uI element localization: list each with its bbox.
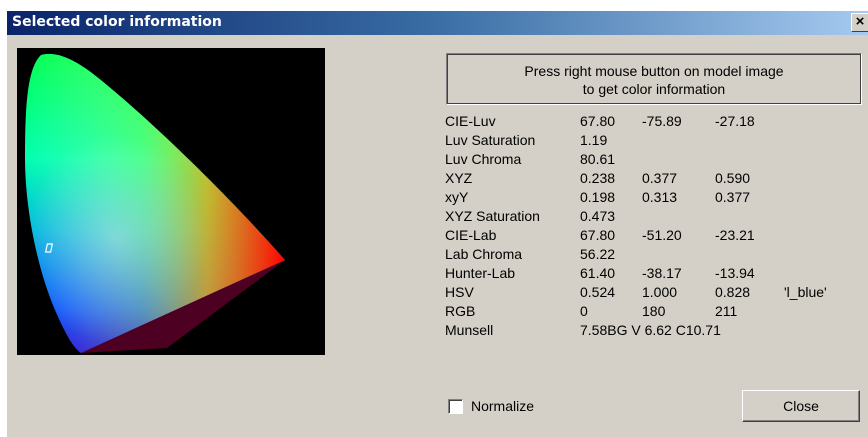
row-value: -38.17: [642, 265, 682, 281]
row-value: 67.80: [580, 113, 616, 129]
row-value: -13.94: [715, 265, 755, 281]
row-value: 56.22: [580, 246, 616, 262]
row-value: 0.238: [580, 170, 616, 186]
row-label: xyY: [445, 189, 469, 205]
row-value: 1.19: [580, 132, 608, 148]
row-value: 0.524: [580, 284, 616, 300]
row-value: 0.313: [642, 189, 678, 205]
row-value: -51.20: [642, 227, 682, 243]
row-value: 0.198: [580, 189, 616, 205]
close-button[interactable]: Close: [742, 390, 860, 422]
row-value: 180: [642, 303, 666, 319]
window-title: Selected color information: [12, 14, 222, 30]
row-label: Luv Saturation: [445, 132, 536, 148]
row-label: Lab Chroma: [445, 246, 523, 262]
row-value: 0.473: [580, 208, 616, 224]
row-label: CIE-Luv: [445, 113, 496, 129]
color-info-dialog: Selected color information × Press right…: [6, 10, 868, 437]
row-value: -27.18: [715, 113, 755, 129]
row-label: Hunter-Lab: [445, 265, 516, 281]
row-label: Luv Chroma: [445, 151, 522, 167]
row-value: 0.377: [715, 189, 751, 205]
close-icon[interactable]: ×: [851, 13, 868, 32]
row-value: 61.40: [580, 265, 616, 281]
instruction-panel: Press right mouse button on model image …: [446, 53, 862, 105]
row-value: 1.000: [642, 284, 678, 300]
instruction-line-2: to get color information: [582, 81, 726, 97]
title-bar[interactable]: Selected color information ×: [7, 11, 868, 35]
cie-chromaticity-diagram-icon: [25, 53, 285, 354]
row-label: XYZ: [445, 170, 473, 186]
row-value: 80.61: [580, 151, 616, 167]
row-value: -23.21: [715, 227, 755, 243]
color-name: 'l_blue': [784, 284, 827, 300]
row-label: CIE-Lab: [445, 227, 497, 243]
row-label: HSV: [445, 284, 474, 300]
row-label: RGB: [445, 303, 476, 319]
row-label: XYZ Saturation: [445, 208, 540, 224]
normalize-label[interactable]: Normalize: [471, 398, 534, 414]
row-value: 7.58BG V 6.62 C10.71: [580, 322, 721, 338]
row-value: 0.590: [715, 170, 751, 186]
row-value: 211: [715, 303, 738, 319]
model-image[interactable]: [17, 48, 325, 355]
row-value: 0: [580, 303, 588, 319]
row-label: Munsell: [445, 322, 494, 338]
checkbox-box[interactable]: [448, 399, 463, 414]
instruction-line-1: Press right mouse button on model image: [524, 63, 784, 79]
row-value: 0.828: [715, 284, 751, 300]
row-value: 0.377: [642, 170, 678, 186]
row-value: -75.89: [642, 113, 682, 129]
row-value: 67.80: [580, 227, 616, 243]
